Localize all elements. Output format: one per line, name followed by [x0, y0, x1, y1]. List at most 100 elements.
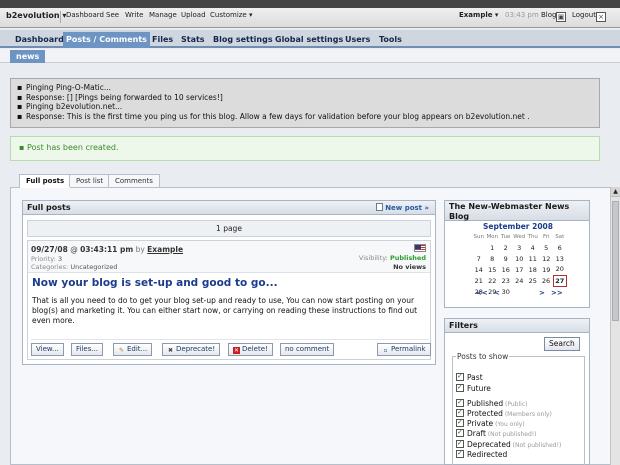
calendar-day[interactable]: 16 [499, 264, 513, 275]
calendar-day[interactable]: 4 [526, 242, 540, 253]
post-author[interactable]: Example [147, 245, 183, 254]
calendar-day[interactable]: 2 [499, 242, 513, 253]
calendar-day[interactable]: 22 [486, 275, 500, 286]
evobar-link-write[interactable]: Write [125, 11, 143, 19]
calendar-day[interactable]: 18 [526, 264, 540, 275]
calendar-day[interactable]: 25 [526, 275, 540, 286]
edit-button[interactable]: ✎ Edit... [113, 343, 153, 356]
checkbox-checked-icon[interactable] [456, 418, 464, 427]
evobar-link-see[interactable]: See [106, 11, 119, 19]
checkbox-checked-icon[interactable] [456, 372, 464, 381]
vertical-scrollbar[interactable]: ▲ [610, 187, 620, 465]
tab-blog-settings[interactable]: Blog settings [210, 32, 276, 48]
view-button[interactable]: View... [31, 343, 64, 356]
tab-files[interactable]: Files [149, 32, 176, 48]
filter-hint: (Public) [503, 401, 528, 408]
calendar-day[interactable]: 20 [553, 264, 567, 275]
deprecate-icon: ✖ [167, 347, 174, 354]
calendar-day[interactable]: 8 [486, 253, 500, 264]
filter-past[interactable]: Past [456, 372, 483, 382]
filter-published[interactable]: Published (Public) [456, 398, 528, 408]
filter-label: Protected [467, 409, 503, 418]
checkbox-checked-icon[interactable] [456, 449, 464, 458]
visibility-label: Visibility: [358, 254, 388, 262]
tab-full-posts[interactable]: Full posts [19, 174, 72, 188]
prev-month-link[interactable]: < [494, 289, 500, 297]
checkbox-checked-icon[interactable] [456, 439, 464, 448]
calendar-day[interactable]: 17 [513, 264, 527, 275]
tab-tools[interactable]: Tools [376, 32, 405, 48]
calendar-day[interactable]: 14 [472, 264, 486, 275]
checkbox-checked-icon[interactable] [456, 408, 464, 417]
calendar-day[interactable]: 12 [540, 253, 554, 264]
calendar-day[interactable]: 19 [540, 264, 554, 275]
ping-message: Response: [] [Pings being forwarded to 1… [17, 93, 593, 103]
evobar-link-upload[interactable]: Upload [181, 11, 206, 19]
filter-protected[interactable]: Protected (Members only) [456, 408, 552, 418]
tab-comments[interactable]: Comments [108, 174, 160, 187]
close-icon[interactable]: × [596, 12, 606, 22]
blog-link[interactable]: Blog [541, 11, 556, 19]
evobar-link-customize[interactable]: Customize ▾ [210, 11, 253, 19]
calendar-day[interactable]: 23 [499, 275, 513, 286]
tab-dashboard[interactable]: Dashboard [12, 32, 67, 48]
tab-global-settings[interactable]: Global settings [272, 32, 346, 48]
tab-news[interactable]: news [10, 50, 46, 63]
calendar-day[interactable]: 11 [526, 253, 540, 264]
comment-button[interactable]: no comment [280, 343, 335, 356]
delete-button[interactable]: ✕ Delete! [228, 343, 273, 356]
scrollbar-thumb[interactable] [612, 201, 619, 321]
logout-link[interactable]: Logout [572, 11, 596, 19]
filter-deprecated[interactable]: Deprecated (Not published!) [456, 439, 561, 449]
evobar-link-manage[interactable]: Manage [149, 11, 177, 19]
calendar-day[interactable]: 13 [553, 253, 567, 264]
checkbox-checked-icon[interactable] [456, 398, 464, 407]
calendar-day[interactable]: 5 [540, 242, 554, 253]
calendar-day[interactable]: 6 [553, 242, 567, 253]
permalink-button[interactable]: ▫ Permalink [377, 343, 431, 356]
evobar-link-dashboard[interactable]: Dashboard [66, 11, 104, 19]
evobar: b2evolution ▾ Dashboard See Write Manage… [0, 0, 620, 28]
next-month-link[interactable]: > [539, 289, 545, 297]
calendar-day[interactable]: 10 [513, 253, 527, 264]
files-button[interactable]: Files... [71, 343, 104, 356]
search-button[interactable]: Search [544, 337, 580, 351]
pager: 1 page [27, 220, 431, 237]
checkbox-checked-icon[interactable] [456, 383, 464, 392]
deprecate-button[interactable]: ✖ Deprecate! [162, 343, 221, 356]
blog-calendar-panel: The New-Webmaster News Blog September 20… [444, 200, 590, 308]
post-title[interactable]: Now your blog is set-up and good to go..… [32, 277, 278, 289]
filter-private[interactable]: Private (You only) [456, 418, 525, 428]
calendar-day[interactable]: 26 [540, 275, 554, 286]
ping-message: Response: This is the first time you pin… [17, 112, 593, 122]
tab-posts-comments[interactable]: Posts / Comments [63, 32, 150, 48]
brand-menu[interactable]: b2evolution ▾ [6, 11, 66, 20]
calendar-day[interactable]: 1 [486, 242, 500, 253]
calendar-day[interactable]: 24 [513, 275, 527, 286]
next-year-link[interactable]: >> [551, 289, 563, 297]
new-post-link[interactable]: New post » [376, 201, 429, 215]
filter-redirected[interactable]: Redirected [456, 449, 507, 459]
post-datetime: 09/27/08 @ 03:43:11 pm by Example [31, 245, 183, 254]
blog-icon[interactable]: ▣ [556, 12, 566, 22]
calendar-day[interactable]: 9 [499, 253, 513, 264]
calendar-day[interactable]: 21 [472, 275, 486, 286]
calendar-day[interactable]: 15 [486, 264, 500, 275]
calendar-day[interactable]: 7 [472, 253, 486, 264]
calendar-day[interactable]: 30 [499, 286, 513, 297]
prev-year-link[interactable]: << [476, 289, 488, 297]
tab-users[interactable]: Users [342, 32, 373, 48]
calendar-day[interactable]: 27 [552, 274, 567, 287]
tab-stats[interactable]: Stats [178, 32, 208, 48]
success-message: ▪ Post has been created. [10, 136, 600, 161]
user-menu[interactable]: Example ▾ [459, 11, 498, 19]
scroll-up-arrow-icon[interactable]: ▲ [611, 187, 620, 197]
tab-post-list[interactable]: Post list [69, 174, 111, 187]
checkbox-checked-icon[interactable] [456, 428, 464, 437]
calendar-week: 7 8 9 10 11 12 13 [472, 253, 567, 264]
post-categories: Categories: Uncategorized [31, 263, 117, 271]
calendar-day[interactable]: 3 [513, 242, 527, 253]
delete-icon: ✕ [233, 347, 240, 354]
filter-draft[interactable]: Draft (Not published!) [456, 428, 537, 438]
filter-future[interactable]: Future [456, 383, 491, 393]
